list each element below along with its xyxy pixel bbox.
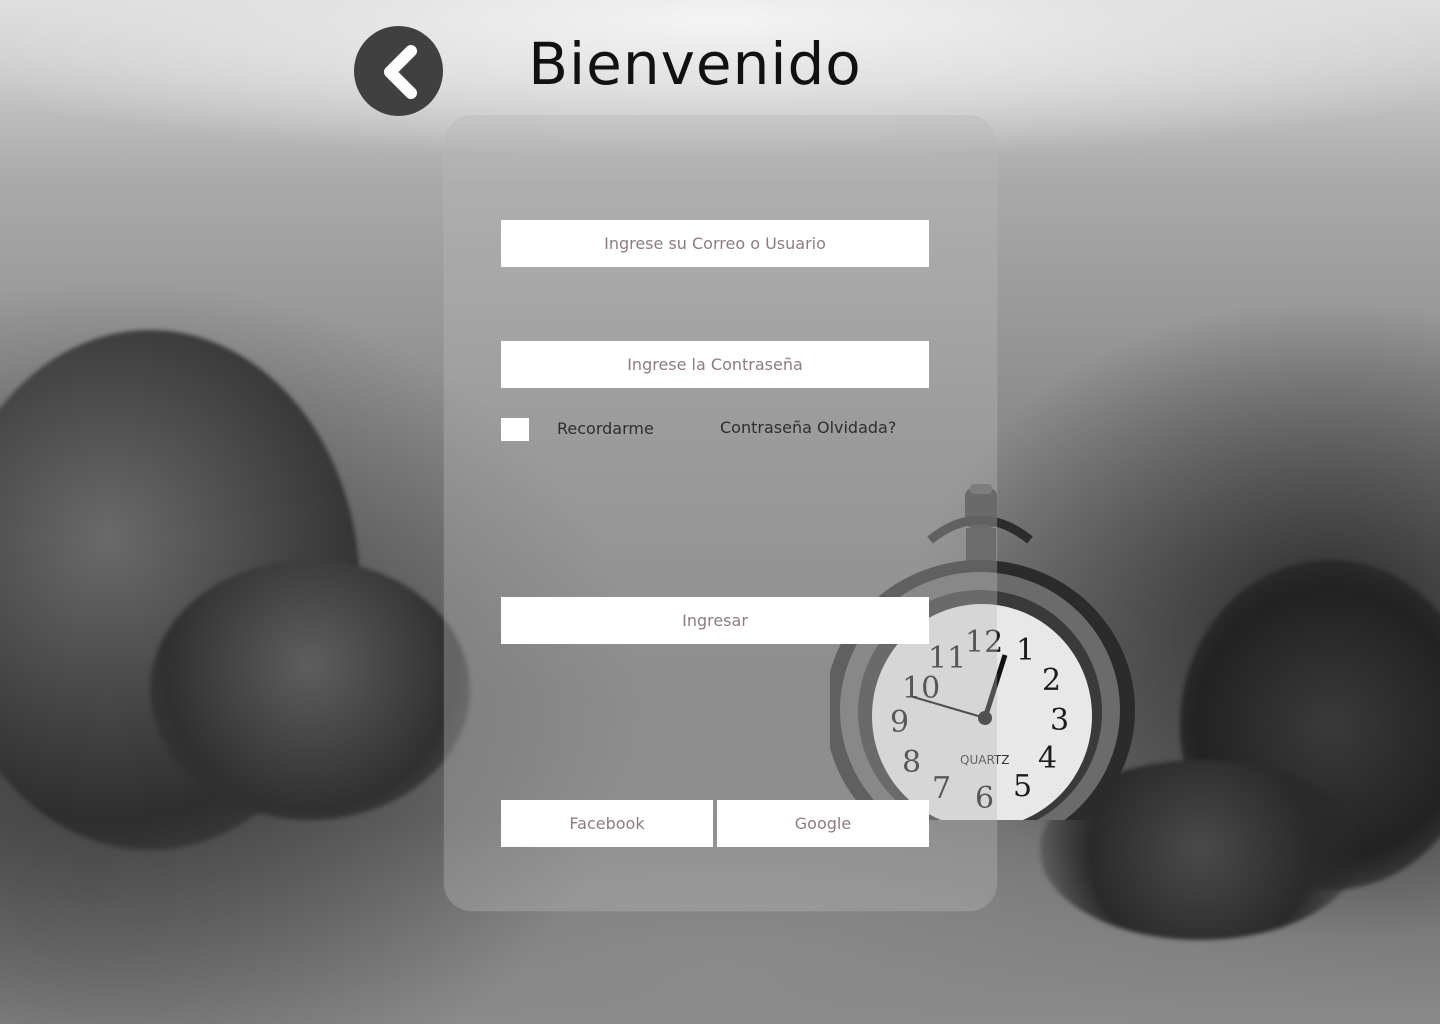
email-field[interactable]	[501, 220, 929, 267]
svg-text:1: 1	[1016, 633, 1035, 668]
svg-text:3: 3	[1050, 703, 1069, 738]
svg-text:4: 4	[1038, 741, 1057, 776]
svg-text:5: 5	[1013, 769, 1032, 804]
forgot-password-link[interactable]: Contraseña Olvidada?	[720, 418, 896, 437]
facebook-login-button[interactable]: Facebook	[501, 800, 713, 847]
google-login-button[interactable]: Google	[717, 800, 929, 847]
page-title: Bienvenido	[528, 30, 862, 98]
login-button[interactable]: Ingresar	[501, 597, 929, 644]
svg-text:2: 2	[1042, 663, 1061, 698]
password-field[interactable]	[501, 341, 929, 388]
background-rock	[150, 560, 470, 820]
remember-label: Recordarme	[557, 419, 654, 438]
login-page: 12 11 10 9 8 7 6 5 4 3 2 1 QUARTZ Bienve…	[0, 0, 1440, 1024]
remember-checkbox[interactable]	[501, 418, 529, 441]
